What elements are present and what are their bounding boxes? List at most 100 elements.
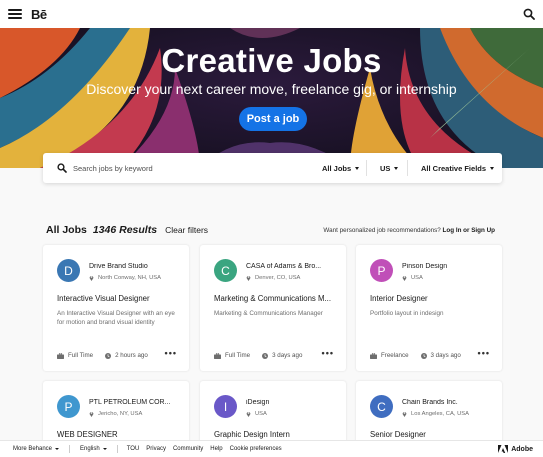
company-avatar: P — [370, 259, 393, 282]
job-meta: Full Time 3 days ago — [214, 352, 302, 359]
post-job-button[interactable]: Post a job — [239, 107, 307, 131]
location-text: Denver, CO, USA — [255, 275, 301, 281]
job-location: Jericho, NY, USA — [89, 411, 142, 417]
footer-link-cookie-preferences[interactable]: Cookie preferences — [230, 446, 282, 452]
job-description: An Interactive Visual Designer with an e… — [57, 310, 175, 326]
results-count: 1346 Results — [92, 224, 158, 236]
briefcase-icon — [57, 352, 64, 359]
more-behance-label: More Behance — [13, 446, 53, 452]
adobe-brand[interactable]: Adobe — [498, 445, 533, 453]
more-options-icon[interactable]: ••• — [322, 348, 334, 358]
company-avatar: C — [370, 395, 393, 418]
location-text: USA — [411, 275, 423, 281]
footer-link-help[interactable]: Help — [210, 446, 222, 452]
job-type-dropdown[interactable]: All Jobs — [322, 153, 360, 183]
job-title[interactable]: Graphic Design Intern — [214, 430, 338, 439]
job-type: Freelance — [381, 352, 409, 359]
clock-icon — [420, 352, 427, 359]
posted-time: 3 days ago — [430, 352, 461, 359]
results-header: All Jobs 1346 Results Clear filters — [46, 224, 208, 236]
job-filter-bar: All Jobs US All Creative Fields — [43, 153, 502, 183]
location-pin-icon — [89, 412, 94, 417]
job-location: USA — [402, 275, 423, 281]
location-text: Los Angeles, CA, USA — [411, 411, 469, 417]
job-title[interactable]: Marketing & Communications M... — [214, 294, 338, 303]
chevron-down-icon — [55, 448, 60, 450]
job-location: North Conway, NH, USA — [89, 275, 161, 281]
divider — [69, 445, 71, 453]
job-type: Full Time — [68, 352, 94, 359]
company-name: Drive Brand Studio — [89, 263, 148, 270]
more-behance-dropdown[interactable]: More Behance — [13, 446, 60, 452]
divider — [366, 160, 367, 176]
location-pin-icon — [89, 276, 94, 281]
chevron-down-icon — [355, 166, 360, 170]
country-value: US — [380, 163, 391, 173]
company-avatar: I — [214, 395, 237, 418]
creative-field-value: All Creative Fields — [421, 163, 487, 173]
footer-link-tou[interactable]: TOU — [127, 446, 140, 452]
page-subtitle: Discover your next career move, freelanc… — [86, 81, 457, 97]
job-location: Los Angeles, CA, USA — [402, 411, 469, 417]
footer-link-privacy[interactable]: Privacy — [146, 446, 166, 452]
job-title[interactable]: Senior Designer — [370, 430, 494, 439]
job-card[interactable]: D Drive Brand Studio North Conway, NH, U… — [43, 245, 189, 371]
job-title[interactable]: Interior Designer — [370, 294, 494, 303]
chevron-down-icon — [394, 166, 399, 170]
top-navigation-bar: Bē — [0, 0, 543, 28]
company-name: iDesign — [246, 399, 270, 406]
location-pin-icon — [246, 412, 251, 417]
location-text: USA — [255, 411, 267, 417]
adobe-label: Adobe — [511, 445, 533, 453]
job-description: Marketing & Communications Manager — [214, 310, 323, 317]
location-pin-icon — [246, 276, 251, 281]
page-title: Creative Jobs — [161, 42, 382, 79]
more-options-icon[interactable]: ••• — [478, 348, 490, 358]
divider — [407, 160, 408, 176]
briefcase-icon — [370, 352, 377, 359]
company-avatar: C — [214, 259, 237, 282]
job-type: Full Time — [225, 352, 251, 359]
company-name: CASA of Adams & Bro... — [246, 263, 322, 270]
company-name: Pinson Design — [402, 263, 448, 270]
language-dropdown[interactable]: English — [80, 446, 107, 452]
job-location: USA — [246, 411, 267, 417]
login-signup-link[interactable]: Log In or Sign Up — [443, 227, 495, 234]
briefcase-icon — [214, 352, 221, 359]
recommendation-text: Want personalized job recommendations? — [323, 227, 441, 234]
posted-time: 2 hours ago — [115, 352, 148, 359]
country-dropdown[interactable]: US — [380, 153, 399, 183]
job-card[interactable]: P Pinson Design USA Interior Designer Por… — [356, 245, 502, 371]
company-name: Chain Brands Inc. — [402, 399, 458, 406]
recommendation-prompt: Want personalized job recommendations? L… — [323, 227, 495, 234]
company-avatar: D — [57, 259, 80, 282]
search-icon[interactable] — [523, 8, 535, 20]
hamburger-menu-icon[interactable] — [8, 9, 22, 19]
creative-field-dropdown[interactable]: All Creative Fields — [421, 153, 495, 183]
job-description: Portfolio layout in indesign — [370, 310, 444, 317]
job-card[interactable]: C CASA of Adams & Bro... Denver, CO, USA… — [200, 245, 346, 371]
language-label: English — [80, 446, 100, 452]
job-title[interactable]: WEB DESIGNER — [57, 430, 181, 439]
divider — [116, 445, 118, 453]
more-options-icon[interactable]: ••• — [165, 348, 177, 358]
location-text: Jericho, NY, USA — [98, 411, 143, 417]
job-location: Denver, CO, USA — [246, 275, 300, 281]
footer: More Behance English TOU Privacy Communi… — [0, 440, 543, 457]
job-meta: Full Time 2 hours ago — [57, 352, 148, 359]
location-text: North Conway, NH, USA — [98, 275, 162, 281]
search-icon — [57, 163, 67, 173]
job-type-value: All Jobs — [322, 163, 352, 173]
behance-logo[interactable]: Bē — [31, 7, 47, 22]
footer-link-community[interactable]: Community — [173, 446, 203, 452]
job-title[interactable]: Interactive Visual Designer — [57, 294, 181, 303]
hero-banner: Creative Jobs Discover your next career … — [0, 28, 543, 168]
job-search-input[interactable] — [73, 163, 273, 173]
location-pin-icon — [402, 412, 407, 417]
chevron-down-icon — [102, 448, 107, 450]
chevron-down-icon — [490, 166, 495, 170]
clear-filters-link[interactable]: Clear filters — [165, 225, 208, 235]
company-avatar: P — [57, 395, 80, 418]
clock-icon — [105, 352, 112, 359]
results-title: All Jobs — [46, 224, 87, 236]
